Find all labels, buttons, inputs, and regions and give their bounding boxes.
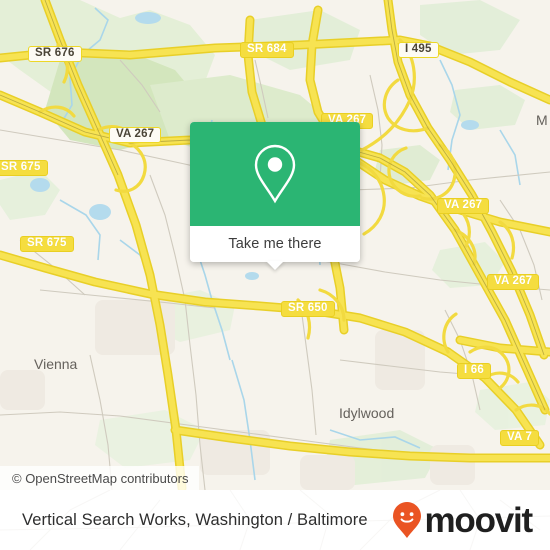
shield-sr-650[interactable]: SR 650	[281, 301, 335, 317]
osm-attribution-text: © OpenStreetMap contributors	[12, 470, 189, 486]
moovit-brand-logo[interactable]: moovit	[392, 500, 533, 540]
place-label-idylwood: Idylwood	[339, 405, 395, 421]
footer-bar: Vertical Search Works, Washington / Balt…	[0, 490, 550, 550]
shield-sr-684[interactable]: SR 684	[240, 42, 294, 58]
shield-sr-676[interactable]: SR 676	[28, 46, 82, 62]
osm-attribution[interactable]: © OpenStreetMap contributors	[0, 466, 199, 490]
moovit-map-screenshot: SR 676 SR 684 I 495 VA 267 VA 267 SR 675…	[0, 0, 550, 550]
page-title: Vertical Search Works, Washington / Balt…	[22, 510, 368, 529]
take-me-there-label: Take me there	[228, 236, 322, 252]
place-label-vienna: Vienna	[34, 356, 78, 372]
moovit-wordmark: moovit	[424, 500, 533, 540]
shield-sr-675-upper[interactable]: SR 675	[0, 160, 48, 176]
shield-i-66[interactable]: I 66	[457, 363, 491, 379]
shield-sr-675-lower[interactable]: SR 675	[20, 236, 74, 252]
shield-va-267-southeast[interactable]: VA 267	[487, 274, 540, 290]
shield-va-267-east[interactable]: VA 267	[437, 198, 490, 214]
location-popup-card[interactable]: Take me there	[190, 122, 360, 270]
moovit-pin-icon	[393, 502, 422, 538]
popup-icon-area	[190, 122, 360, 226]
map-canvas[interactable]: SR 676 SR 684 I 495 VA 267 VA 267 SR 675…	[0, 0, 550, 490]
shield-i-495[interactable]: I 495	[398, 42, 439, 58]
popup-action-bar[interactable]: Take me there	[190, 226, 360, 270]
place-label-mclean-truncated: M	[536, 112, 548, 128]
shield-va-267-west[interactable]: VA 267	[109, 127, 162, 143]
shield-va-7[interactable]: VA 7	[500, 430, 540, 446]
popup-pointer-tail	[266, 261, 284, 270]
map-pin-icon	[254, 144, 296, 204]
